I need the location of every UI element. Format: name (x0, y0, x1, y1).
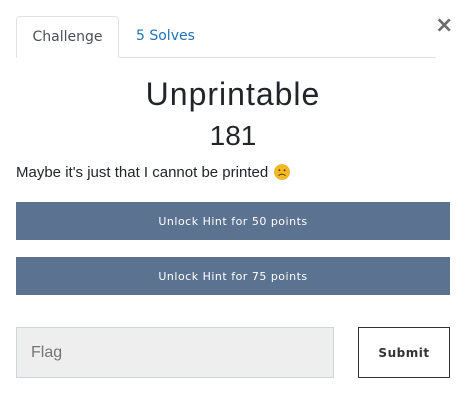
challenge-description: Maybe it's just that I cannot be printed (16, 162, 436, 184)
slightly-frowning-face-icon (274, 164, 291, 180)
submit-button[interactable]: Submit (358, 327, 450, 378)
description-text: Maybe it's just that I cannot be printed (16, 164, 269, 181)
unlock-hint-75-button[interactable]: Unlock Hint for 75 points (16, 257, 450, 295)
challenge-tabs: Challenge 5 Solves (16, 16, 436, 58)
challenge-points: 181 (209, 120, 257, 151)
challenge-title: Unprintable (145, 76, 321, 112)
tab-solves[interactable]: 5 Solves (120, 16, 211, 58)
tab-challenge[interactable]: Challenge (16, 16, 119, 58)
unlock-hint-50-button[interactable]: Unlock Hint for 50 points (16, 202, 450, 240)
close-icon[interactable]: × (435, 15, 453, 37)
flag-input[interactable] (16, 327, 334, 378)
